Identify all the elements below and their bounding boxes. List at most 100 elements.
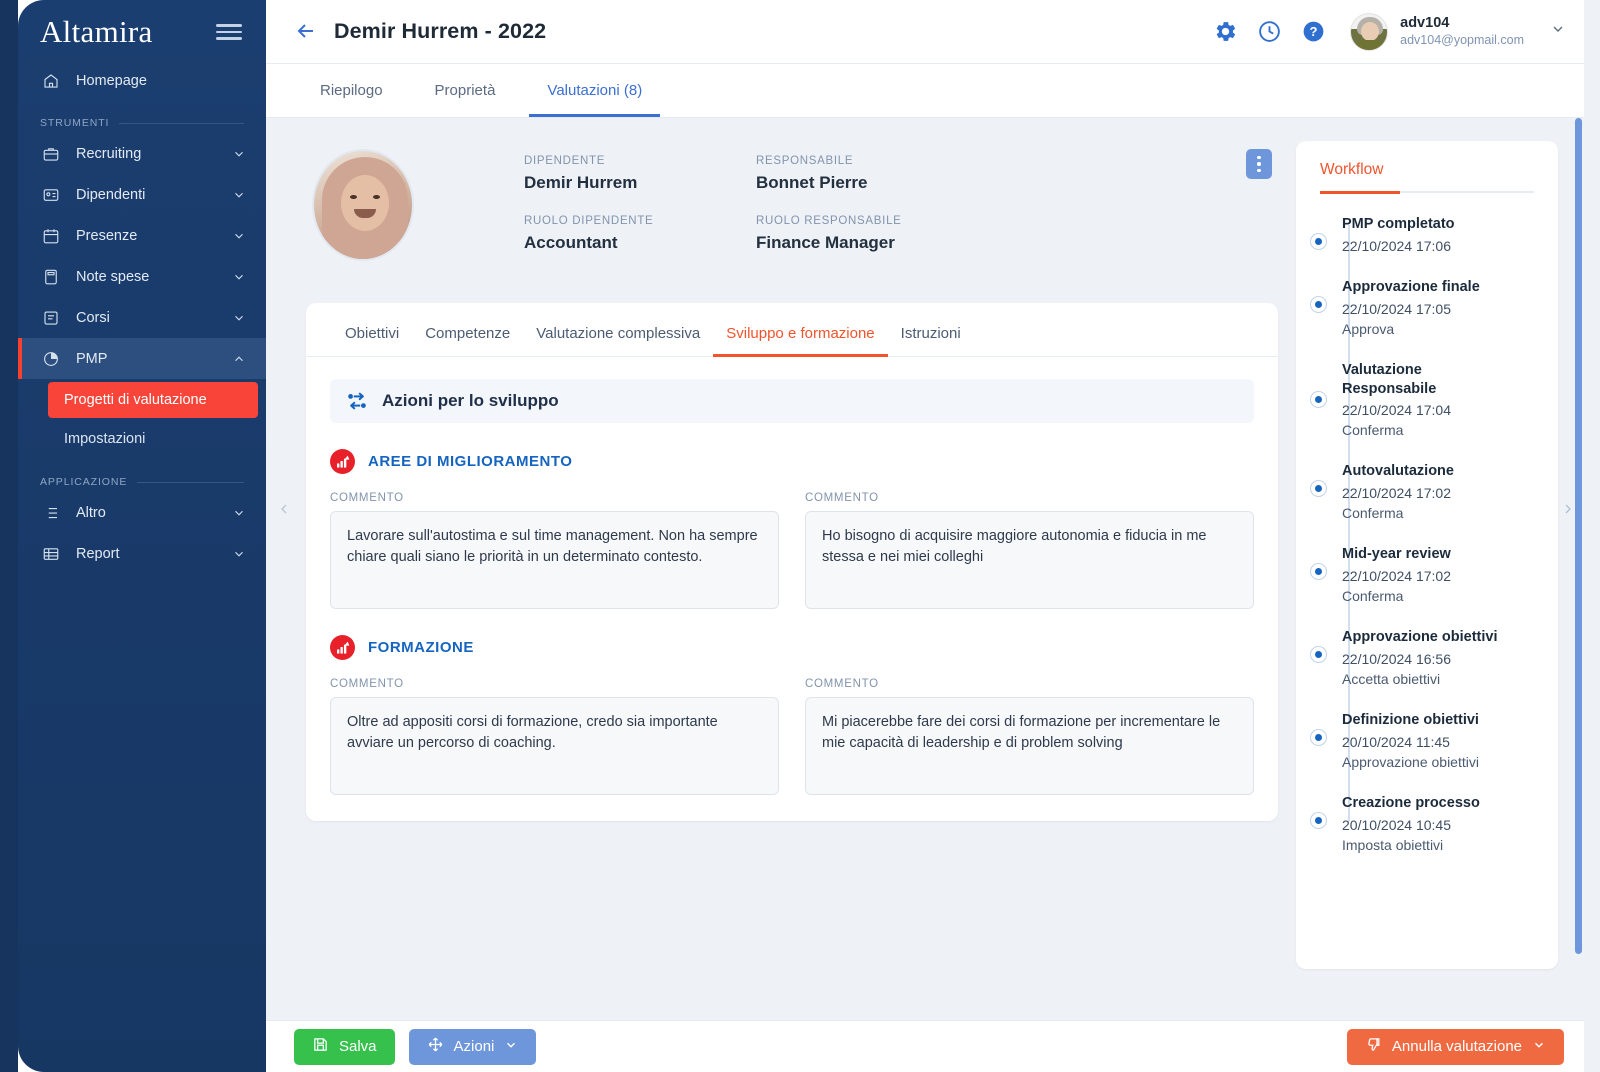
- subtab-sviluppo-e-formazione[interactable]: Sviluppo e formazione: [713, 303, 887, 356]
- chevron-up-icon[interactable]: [232, 352, 246, 366]
- sidebar-item-label: Report: [76, 546, 232, 562]
- comment-column: COMMENTO Ho bisogno di acquisire maggior…: [805, 492, 1254, 609]
- id-card-icon: [40, 184, 62, 206]
- save-button[interactable]: Salva: [294, 1029, 395, 1065]
- page-title: Demir Hurrem - 2022: [334, 19, 546, 44]
- person-header: DIPENDENTE Demir Hurrem RUOLO DIPENDENTE…: [306, 141, 1278, 285]
- main-panel: Demir Hurrem - 2022 ? adv104 adv104@yopm…: [266, 0, 1584, 1072]
- tab-valutazioni[interactable]: Valutazioni (8): [521, 64, 668, 117]
- comment-column: COMMENTO Lavorare sull'autostima e sul t…: [330, 492, 779, 609]
- comment-box[interactable]: Ho bisogno di acquisire maggiore autonom…: [805, 511, 1254, 609]
- subtab-valutazione-complessiva[interactable]: Valutazione complessiva: [523, 303, 713, 356]
- sidebar-section-strumenti: STRUMENTI: [18, 101, 266, 133]
- timeline-item-name: Mid-year review: [1342, 545, 1538, 564]
- sidebar-item-label: PMP: [76, 351, 232, 367]
- subtab-label: Obiettivi: [345, 325, 399, 342]
- timeline-item-date: 22/10/2024 17:06: [1342, 238, 1538, 254]
- tab-riepilogo[interactable]: Riepilogo: [294, 64, 409, 117]
- field-value: Bonnet Pierre: [756, 173, 988, 193]
- user-menu[interactable]: adv104 adv104@yopmail.com: [1350, 13, 1566, 51]
- sub-tab-bar: Obiettivi Competenze Valutazione comples…: [306, 303, 1278, 357]
- kebab-menu-icon[interactable]: [1246, 149, 1272, 179]
- sidebar-item-presenze[interactable]: Presenze: [18, 215, 266, 256]
- sidebar-item-dipendenti[interactable]: Dipendenti: [18, 174, 266, 215]
- sidebar-subitem-label: Progetti di valutazione: [64, 392, 207, 408]
- comment-label: COMMENTO: [330, 678, 779, 690]
- subtab-obiettivi[interactable]: Obiettivi: [332, 303, 412, 356]
- timeline-item-date: 22/10/2024 17:02: [1342, 485, 1538, 501]
- bottom-action-bar: Salva Azioni Annulla valutazione: [266, 1020, 1584, 1072]
- timeline-item-action: Approva: [1342, 321, 1538, 337]
- field-label: RUOLO RESPONSABILE: [756, 215, 988, 227]
- subtab-istruzioni[interactable]: Istruzioni: [888, 303, 974, 356]
- chevron-down-icon[interactable]: [232, 147, 246, 161]
- workflow-title[interactable]: Workflow: [1320, 161, 1383, 191]
- sidebar-subitem-progetti-di-valutazione[interactable]: Progetti di valutazione: [48, 382, 258, 418]
- chevron-down-icon[interactable]: [232, 188, 246, 202]
- subtab-competenze[interactable]: Competenze: [412, 303, 523, 356]
- chevron-down-icon[interactable]: [232, 229, 246, 243]
- collapse-left-icon[interactable]: [276, 501, 292, 522]
- sidebar-item-note-spese[interactable]: Note spese: [18, 256, 266, 297]
- timeline-item-name: Creazione processo: [1342, 794, 1538, 813]
- chevron-down-icon[interactable]: [232, 311, 246, 325]
- comment-box[interactable]: Mi piacerebbe fare dei corsi di formazio…: [805, 697, 1254, 795]
- timeline-item: PMP completato 22/10/2024 17:06: [1342, 215, 1538, 254]
- comment-column: COMMENTO Oltre ad appositi corsi di form…: [330, 678, 779, 795]
- sidebar-subitem-impostazioni[interactable]: Impostazioni: [48, 421, 258, 457]
- workflow-panel: Workflow PMP completato 22/10/2024 17:06: [1296, 141, 1558, 969]
- chevron-down-icon[interactable]: [1550, 21, 1566, 42]
- chevron-down-icon[interactable]: [232, 547, 246, 561]
- timeline-item-name: Autovalutazione: [1342, 462, 1538, 481]
- block-aree-di-miglioramento: AREE DI MIGLIORAMENTO COMMENTO Lavorare …: [330, 449, 1254, 609]
- field-dipendente: DIPENDENTE Demir Hurrem: [524, 155, 756, 193]
- hamburger-icon[interactable]: [214, 20, 244, 44]
- sidebar-item-homepage[interactable]: Homepage: [18, 60, 266, 101]
- workflow-column: Workflow PMP completato 22/10/2024 17:06: [1288, 119, 1584, 1020]
- chart-up-icon: [330, 635, 355, 660]
- field-value: Accountant: [524, 233, 756, 253]
- comment-label: COMMENTO: [330, 492, 779, 504]
- comment-columns: COMMENTO Oltre ad appositi corsi di form…: [330, 678, 1254, 795]
- arrow-left-icon[interactable]: [294, 19, 320, 45]
- chevron-down-icon[interactable]: [232, 270, 246, 284]
- app-logo: Altamira: [40, 14, 153, 50]
- comment-box[interactable]: Lavorare sull'autostima e sul time manag…: [330, 511, 779, 609]
- chevron-down-icon[interactable]: [232, 506, 246, 520]
- sidebar-item-label: Recruiting: [76, 146, 232, 162]
- sidebar-section-title: APPLICAZIONE: [40, 476, 127, 488]
- chart-up-icon: [330, 449, 355, 474]
- timeline-dot-icon: [1310, 391, 1327, 408]
- expand-right-icon[interactable]: [1560, 501, 1576, 522]
- timeline-dot-icon: [1310, 646, 1327, 663]
- sidebar-item-recruiting[interactable]: Recruiting: [18, 133, 266, 174]
- sidebar-item-report[interactable]: Report: [18, 533, 266, 574]
- sidebar-item-corsi[interactable]: Corsi: [18, 297, 266, 338]
- block-title: FORMAZIONE: [330, 635, 1254, 660]
- timeline-item-date: 20/10/2024 11:45: [1342, 734, 1538, 750]
- subtab-label: Valutazione complessiva: [536, 325, 700, 342]
- sidebar-item-altro[interactable]: Altro: [18, 492, 266, 533]
- section-banner: Azioni per lo sviluppo: [330, 379, 1254, 423]
- sidebar-item-pmp[interactable]: PMP: [18, 338, 266, 379]
- workflow-header: Workflow: [1296, 141, 1558, 193]
- comment-box[interactable]: Oltre ad appositi corsi di formazione, c…: [330, 697, 779, 795]
- cancel-evaluation-button[interactable]: Annulla valutazione: [1347, 1029, 1564, 1065]
- field-label: DIPENDENTE: [524, 155, 756, 167]
- table-icon: [40, 543, 62, 565]
- actions-button-label: Azioni: [454, 1038, 495, 1055]
- vertical-scrollbar[interactable]: [1575, 118, 1582, 954]
- tab-proprieta[interactable]: Proprietà: [409, 64, 522, 117]
- actions-button[interactable]: Azioni: [409, 1029, 537, 1065]
- help-icon[interactable]: ?: [1298, 17, 1328, 47]
- briefcase-icon: [40, 143, 62, 165]
- save-button-label: Salva: [339, 1038, 377, 1055]
- gear-icon[interactable]: [1210, 17, 1240, 47]
- tab-label: Valutazioni (8): [547, 82, 642, 99]
- sidebar-item-label: Corsi: [76, 310, 232, 326]
- person-field-column: DIPENDENTE Demir Hurrem RUOLO DIPENDENTE…: [524, 155, 756, 275]
- comment-column: COMMENTO Mi piacerebbe fare dei corsi di…: [805, 678, 1254, 795]
- clock-icon[interactable]: [1254, 17, 1284, 47]
- svg-text:?: ?: [1309, 24, 1317, 39]
- swap-arrows-icon: [346, 390, 368, 412]
